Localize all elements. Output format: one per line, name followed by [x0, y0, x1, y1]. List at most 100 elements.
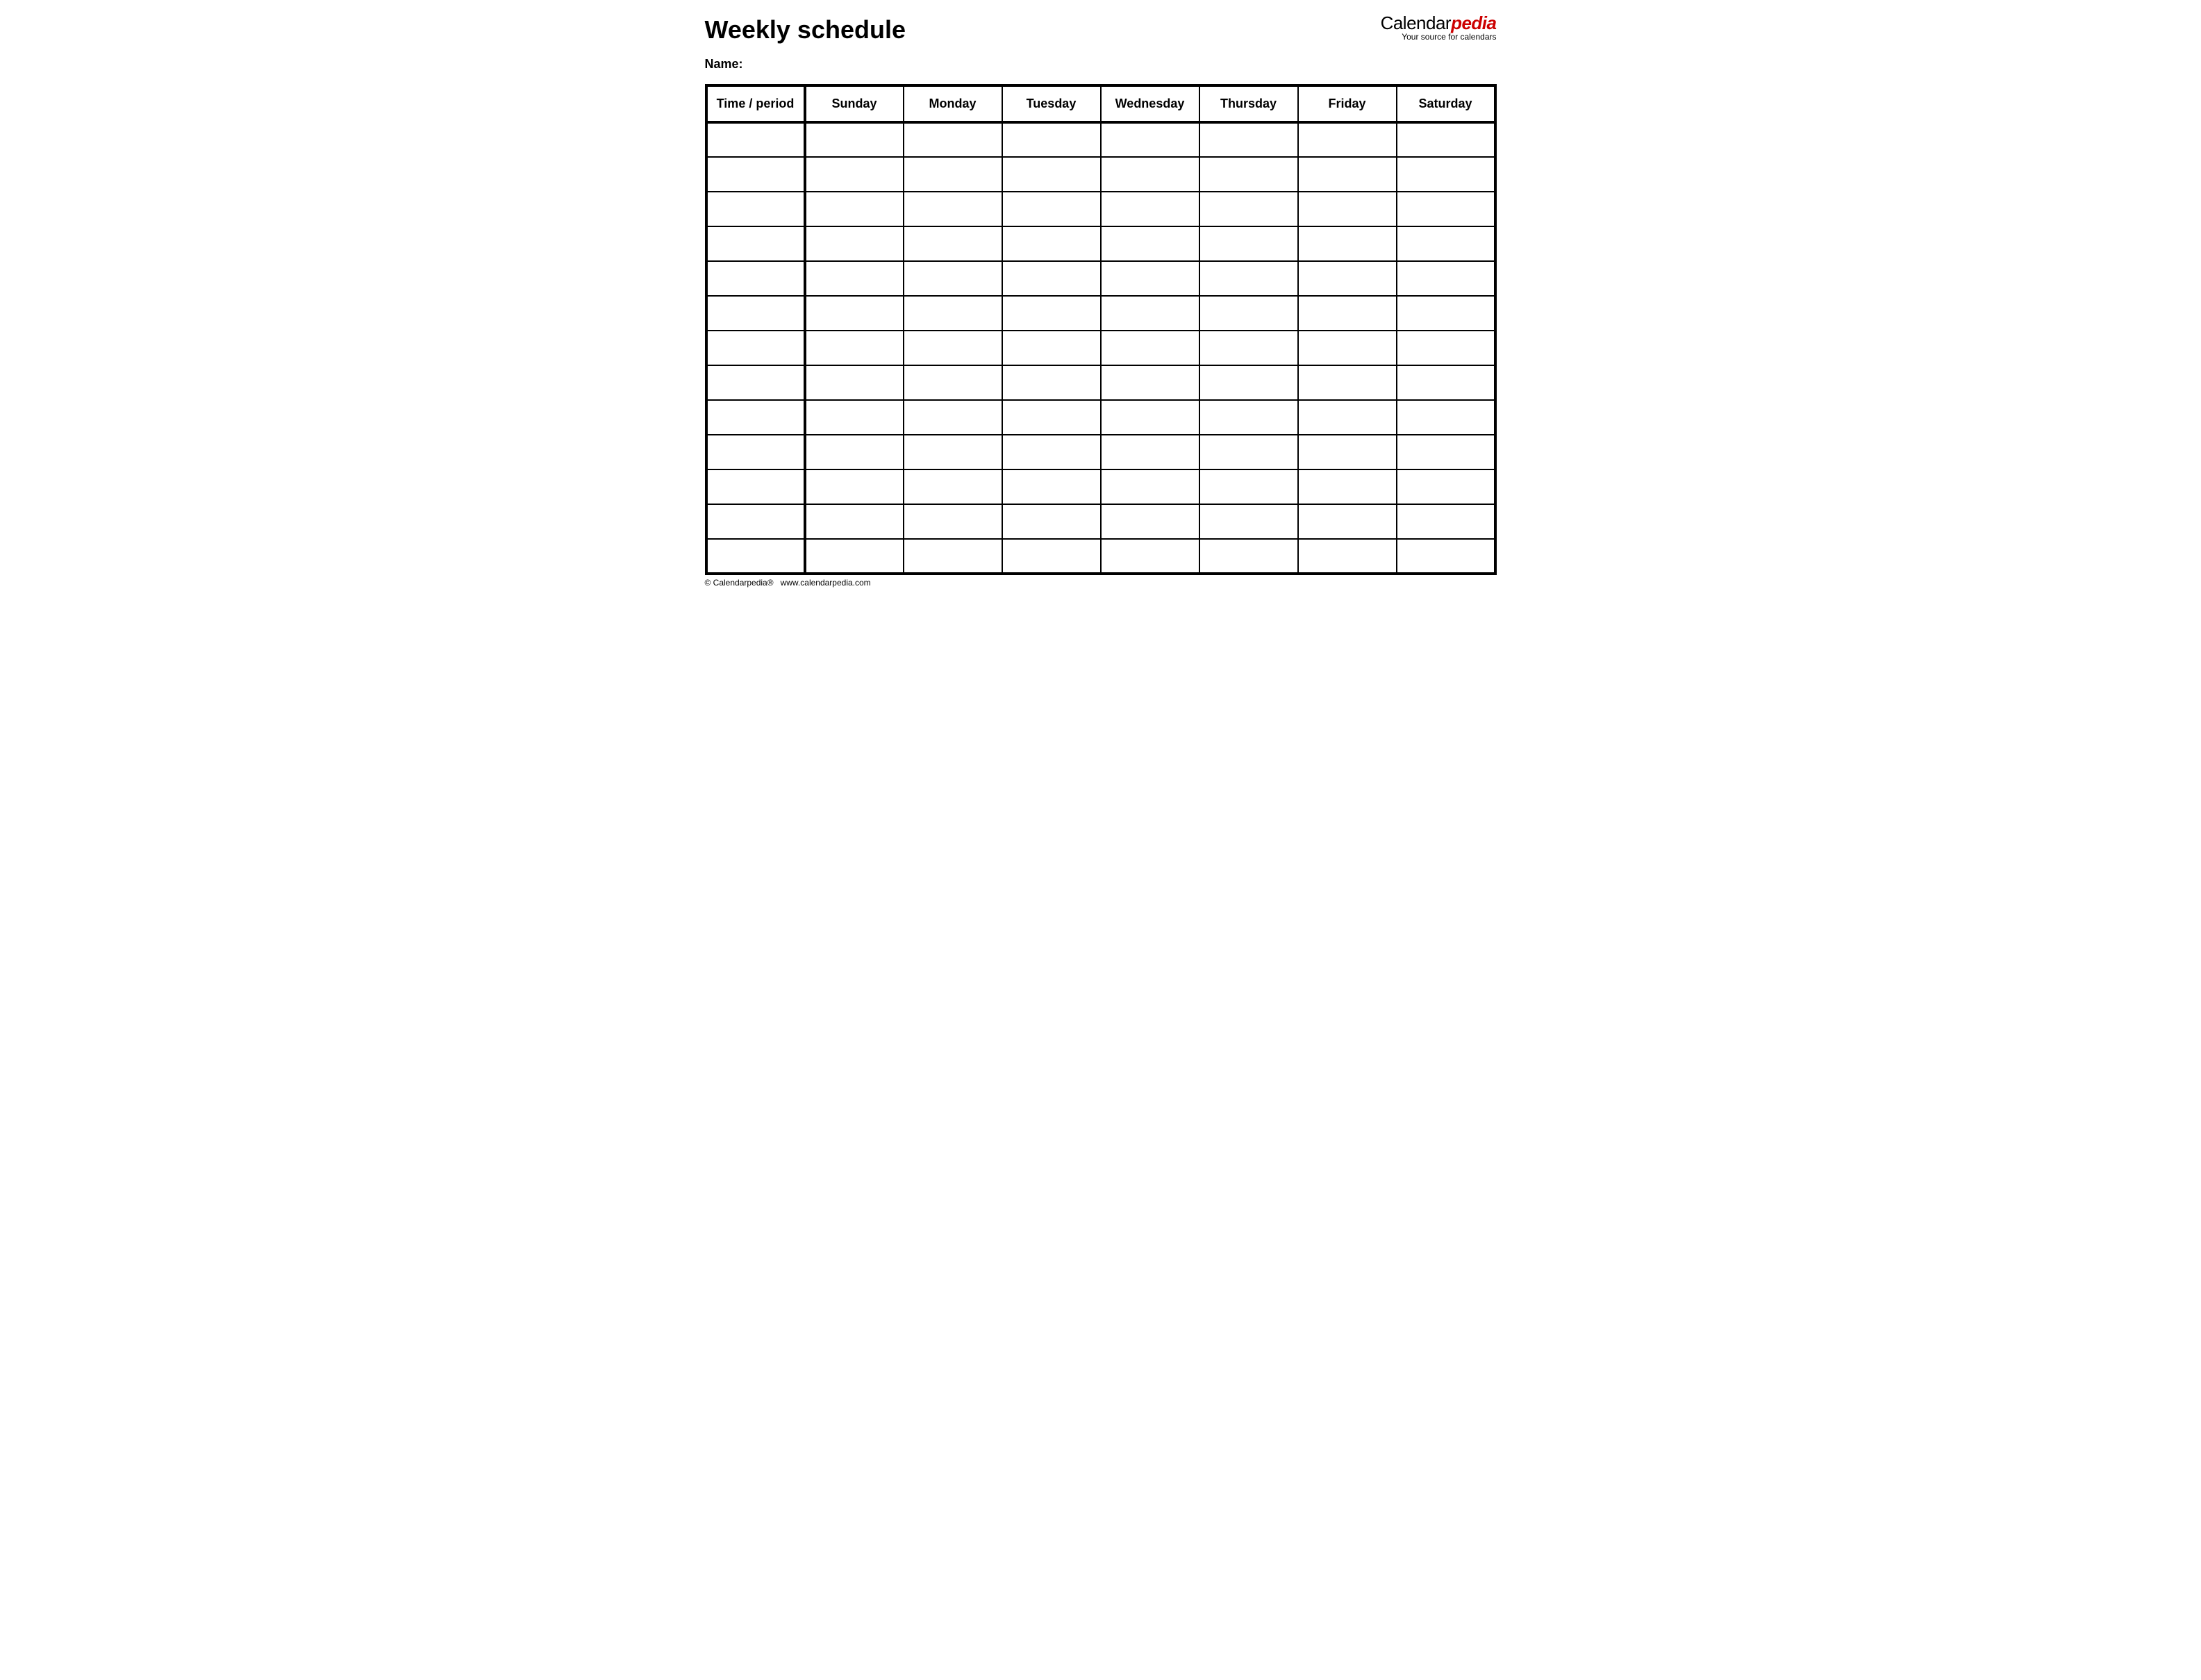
schedule-cell[interactable] — [1397, 400, 1495, 435]
schedule-cell[interactable] — [1101, 504, 1199, 539]
schedule-cell[interactable] — [1298, 122, 1397, 157]
schedule-cell[interactable] — [1199, 331, 1298, 365]
schedule-cell[interactable] — [805, 400, 904, 435]
time-cell[interactable] — [706, 226, 805, 261]
schedule-cell[interactable] — [904, 122, 1002, 157]
schedule-cell[interactable] — [1397, 122, 1495, 157]
schedule-cell[interactable] — [904, 192, 1002, 226]
time-cell[interactable] — [706, 296, 805, 331]
schedule-cell[interactable] — [904, 226, 1002, 261]
schedule-cell[interactable] — [1002, 331, 1101, 365]
schedule-cell[interactable] — [805, 157, 904, 192]
schedule-cell[interactable] — [904, 539, 1002, 574]
schedule-cell[interactable] — [1002, 296, 1101, 331]
schedule-cell[interactable] — [805, 365, 904, 400]
schedule-cell[interactable] — [1101, 435, 1199, 469]
schedule-cell[interactable] — [1298, 504, 1397, 539]
schedule-cell[interactable] — [1298, 226, 1397, 261]
schedule-cell[interactable] — [805, 226, 904, 261]
schedule-cell[interactable] — [805, 122, 904, 157]
schedule-cell[interactable] — [1199, 435, 1298, 469]
schedule-cell[interactable] — [904, 296, 1002, 331]
time-cell[interactable] — [706, 261, 805, 296]
schedule-cell[interactable] — [1298, 331, 1397, 365]
schedule-cell[interactable] — [1101, 226, 1199, 261]
schedule-cell[interactable] — [1101, 365, 1199, 400]
schedule-cell[interactable] — [1101, 122, 1199, 157]
time-cell[interactable] — [706, 331, 805, 365]
time-cell[interactable] — [706, 504, 805, 539]
time-cell[interactable] — [706, 365, 805, 400]
time-cell[interactable] — [706, 469, 805, 504]
schedule-cell[interactable] — [904, 157, 1002, 192]
schedule-cell[interactable] — [1002, 261, 1101, 296]
schedule-cell[interactable] — [1298, 435, 1397, 469]
schedule-cell[interactable] — [1101, 261, 1199, 296]
time-cell[interactable] — [706, 400, 805, 435]
schedule-cell[interactable] — [805, 331, 904, 365]
schedule-cell[interactable] — [1397, 226, 1495, 261]
schedule-cell[interactable] — [1199, 192, 1298, 226]
schedule-cell[interactable] — [805, 261, 904, 296]
schedule-cell[interactable] — [1002, 539, 1101, 574]
schedule-cell[interactable] — [1298, 296, 1397, 331]
schedule-cell[interactable] — [1199, 157, 1298, 192]
schedule-cell[interactable] — [1199, 469, 1298, 504]
schedule-cell[interactable] — [1298, 261, 1397, 296]
schedule-cell[interactable] — [904, 365, 1002, 400]
schedule-cell[interactable] — [904, 504, 1002, 539]
schedule-cell[interactable] — [1397, 296, 1495, 331]
schedule-cell[interactable] — [1199, 226, 1298, 261]
schedule-cell[interactable] — [805, 296, 904, 331]
schedule-cell[interactable] — [1199, 400, 1298, 435]
time-cell[interactable] — [706, 539, 805, 574]
schedule-cell[interactable] — [805, 435, 904, 469]
schedule-cell[interactable] — [904, 400, 1002, 435]
time-cell[interactable] — [706, 435, 805, 469]
schedule-cell[interactable] — [1101, 192, 1199, 226]
schedule-cell[interactable] — [1199, 261, 1298, 296]
schedule-cell[interactable] — [1298, 365, 1397, 400]
schedule-cell[interactable] — [1101, 539, 1199, 574]
schedule-cell[interactable] — [1397, 331, 1495, 365]
schedule-cell[interactable] — [1298, 157, 1397, 192]
schedule-cell[interactable] — [1101, 400, 1199, 435]
schedule-cell[interactable] — [1397, 192, 1495, 226]
schedule-cell[interactable] — [1002, 365, 1101, 400]
time-cell[interactable] — [706, 122, 805, 157]
schedule-cell[interactable] — [904, 435, 1002, 469]
schedule-cell[interactable] — [1397, 469, 1495, 504]
schedule-cell[interactable] — [1199, 365, 1298, 400]
schedule-cell[interactable] — [904, 331, 1002, 365]
time-cell[interactable] — [706, 192, 805, 226]
schedule-cell[interactable] — [1101, 331, 1199, 365]
schedule-cell[interactable] — [805, 539, 904, 574]
schedule-cell[interactable] — [1002, 157, 1101, 192]
schedule-cell[interactable] — [1397, 365, 1495, 400]
schedule-cell[interactable] — [1397, 261, 1495, 296]
schedule-cell[interactable] — [1298, 539, 1397, 574]
schedule-cell[interactable] — [1002, 226, 1101, 261]
schedule-cell[interactable] — [805, 504, 904, 539]
schedule-cell[interactable] — [1298, 192, 1397, 226]
schedule-cell[interactable] — [1298, 400, 1397, 435]
schedule-cell[interactable] — [1002, 469, 1101, 504]
schedule-cell[interactable] — [1002, 400, 1101, 435]
schedule-cell[interactable] — [1002, 435, 1101, 469]
schedule-cell[interactable] — [1002, 122, 1101, 157]
schedule-cell[interactable] — [1199, 504, 1298, 539]
schedule-cell[interactable] — [1199, 296, 1298, 331]
time-cell[interactable] — [706, 157, 805, 192]
schedule-cell[interactable] — [904, 469, 1002, 504]
schedule-cell[interactable] — [1199, 539, 1298, 574]
schedule-cell[interactable] — [1101, 469, 1199, 504]
schedule-cell[interactable] — [1397, 435, 1495, 469]
schedule-cell[interactable] — [1101, 157, 1199, 192]
schedule-cell[interactable] — [1002, 504, 1101, 539]
schedule-cell[interactable] — [805, 469, 904, 504]
schedule-cell[interactable] — [1397, 539, 1495, 574]
schedule-cell[interactable] — [1101, 296, 1199, 331]
schedule-cell[interactable] — [1002, 192, 1101, 226]
schedule-cell[interactable] — [1199, 122, 1298, 157]
schedule-cell[interactable] — [1397, 157, 1495, 192]
